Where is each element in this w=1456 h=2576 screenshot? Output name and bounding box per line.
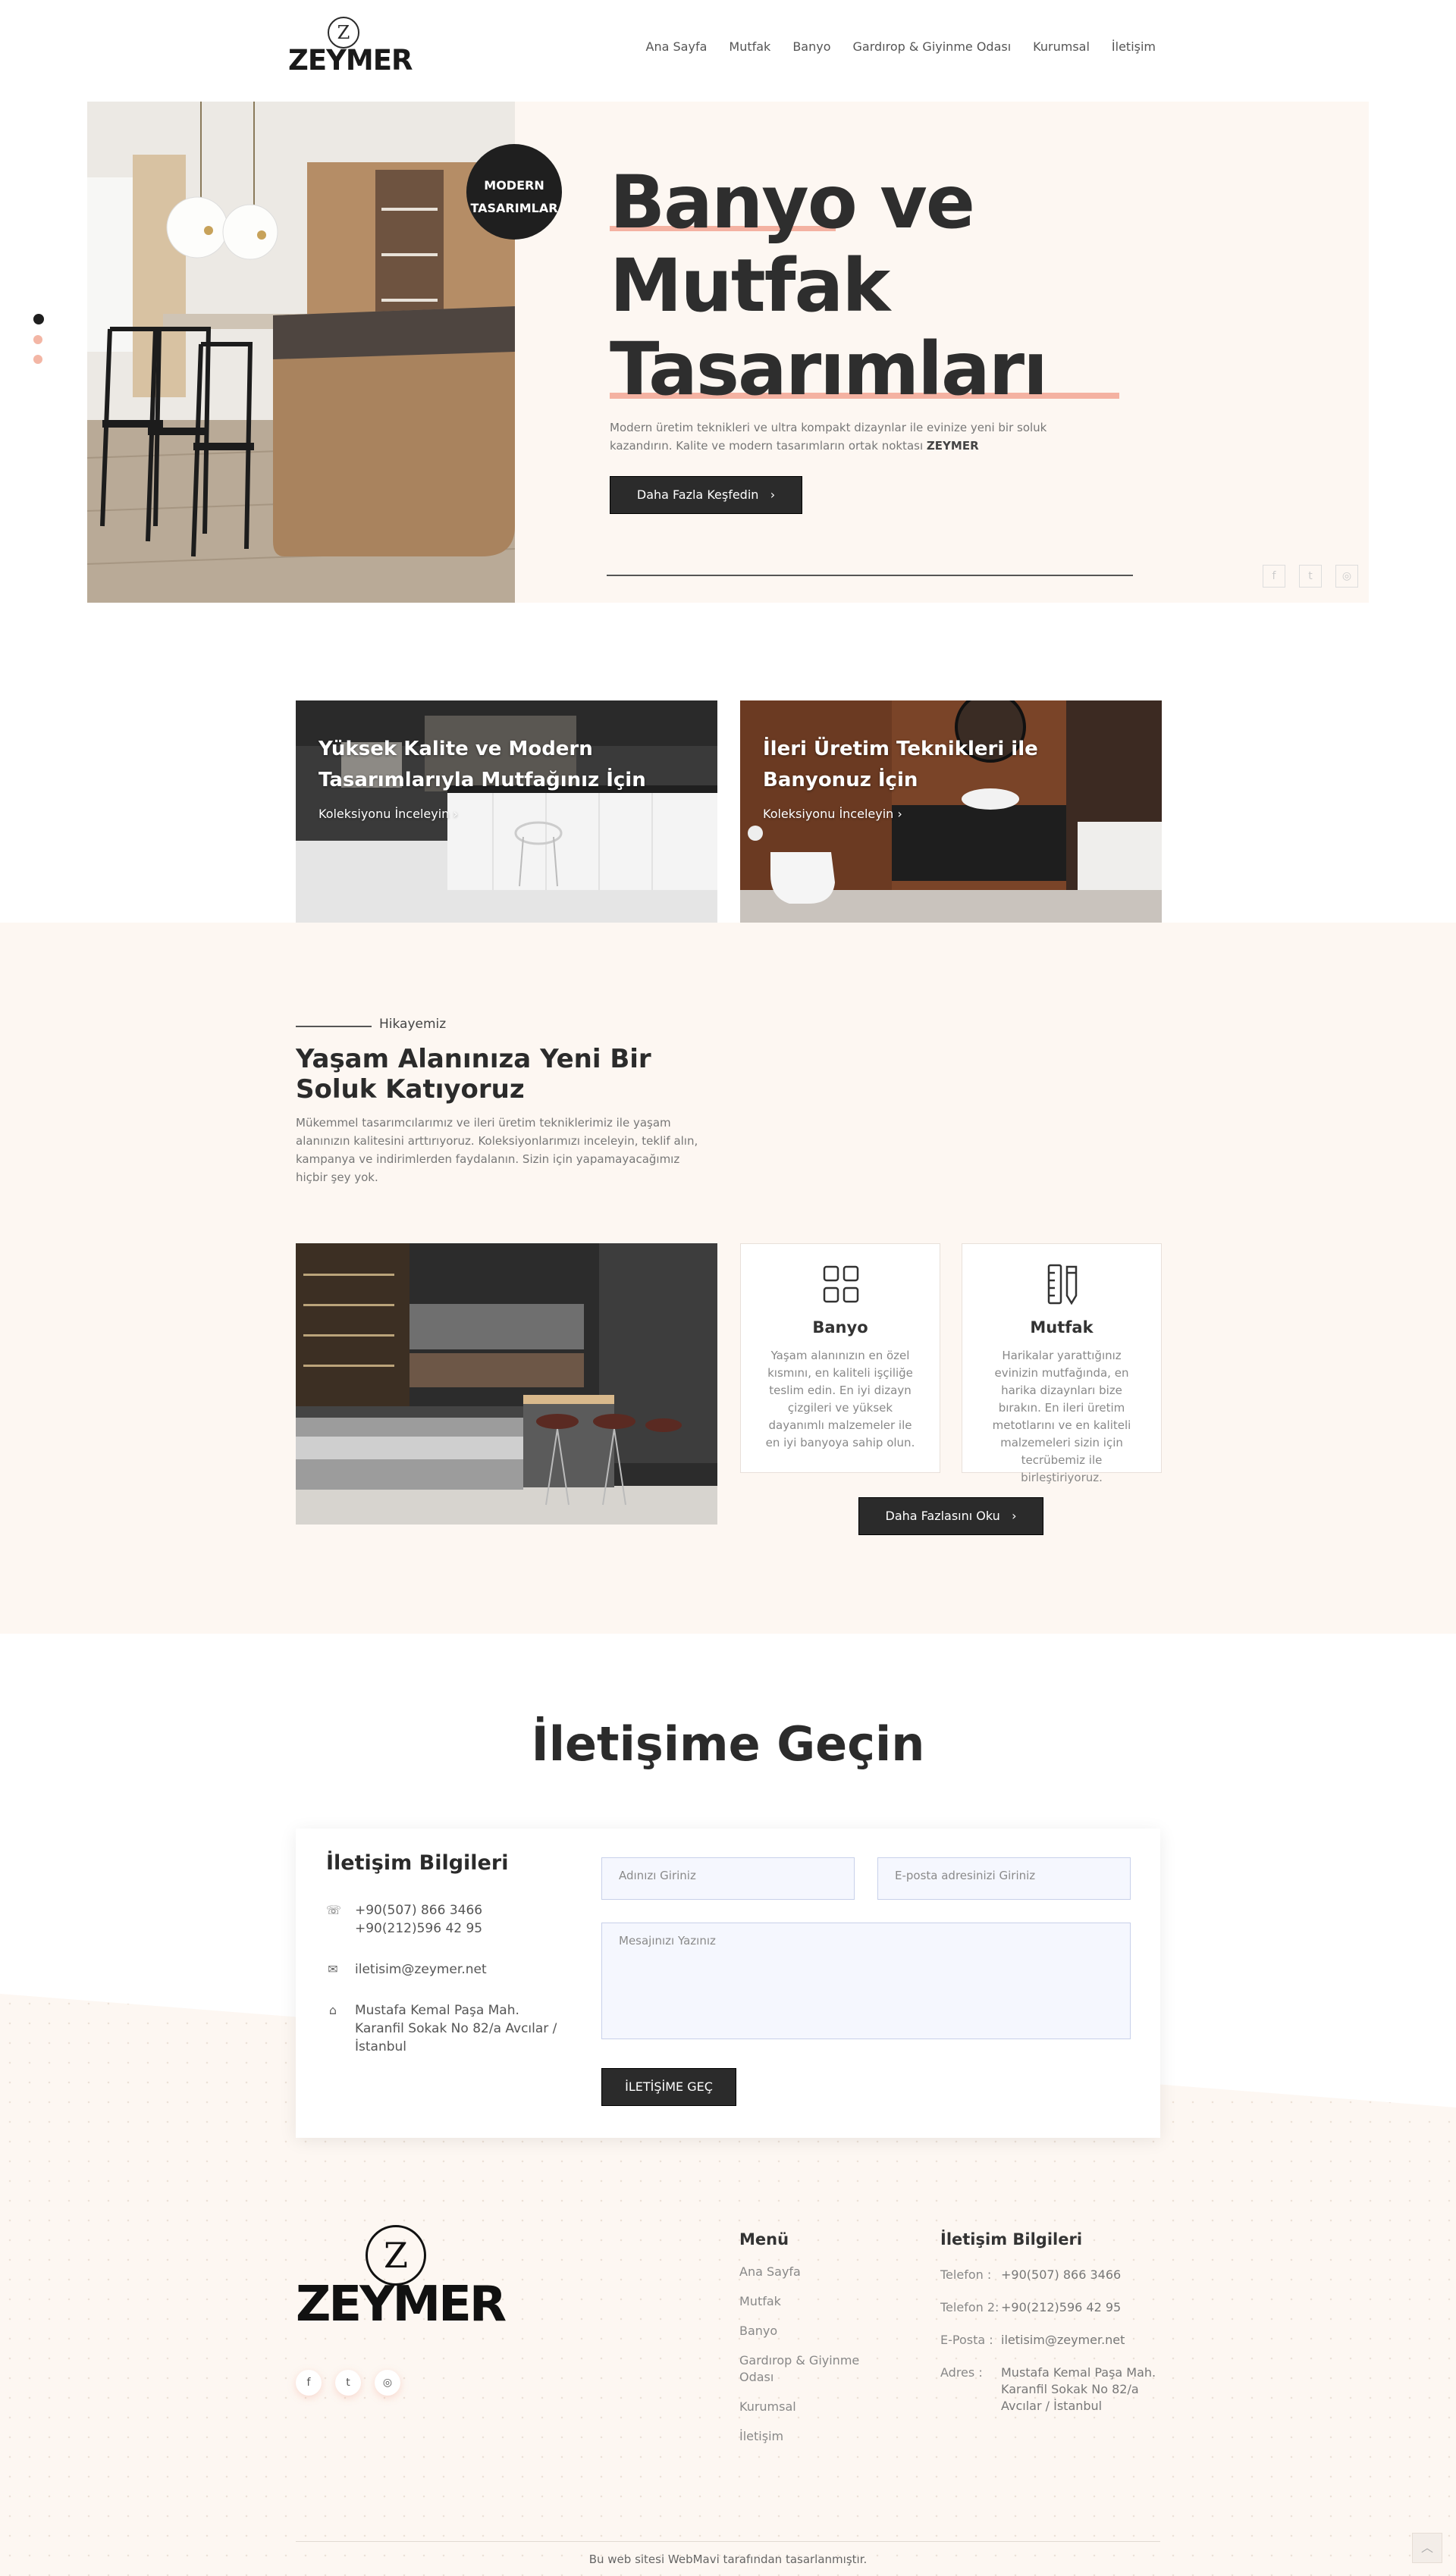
contact-phone: ☏ +90(507) 866 3466 +90(212)596 42 95: [326, 1903, 483, 1936]
story-title: Yaşam Alanınıza Yeni Bir Soluk Katıyoruz: [296, 1044, 651, 1105]
story-eyebrow: Hikayemiz: [379, 1017, 447, 1032]
chevron-right-icon: ›: [897, 807, 902, 821]
submit-contact-button[interactable]: İLETİŞİME GEÇ: [601, 2068, 736, 2106]
footer-menu-item[interactable]: Gardırop & Giyinme Odası: [739, 2352, 891, 2386]
instagram-icon[interactable]: ◎: [375, 2370, 400, 2396]
nav-item-gardirop[interactable]: Gardırop & Giyinme Odası: [853, 39, 1012, 54]
twitter-icon[interactable]: t: [335, 2370, 361, 2396]
logo-wordmark: ZEYMER: [288, 44, 413, 77]
footer-contact-title: İletişim Bilgileri: [940, 2230, 1083, 2249]
contact-email: ✉ iletisim@zeymer.net: [326, 1960, 486, 1979]
nav-item-kurumsal[interactable]: Kurumsal: [1033, 39, 1090, 54]
footer-divider: [296, 2541, 1160, 2542]
footer-menu-title: Menü: [739, 2230, 789, 2249]
phone-icon: ☏: [326, 1903, 342, 1917]
hero-title: Banyo ve Mutfak Tasarımları: [610, 160, 1048, 412]
envelope-icon: ✉: [328, 1962, 338, 1976]
footer-contact-row: Adres : Mustafa Kemal Paşa Mah. Karanfil…: [940, 2365, 1156, 2413]
facebook-icon[interactable]: f: [296, 2370, 322, 2396]
bathroom-promo-card[interactable]: İleri Üretim Teknikleri ile Banyonuz İçi…: [740, 700, 1162, 923]
brand-logo[interactable]: Z ZEYMER: [288, 15, 413, 77]
nav-item-mutfak[interactable]: Mutfak: [729, 39, 770, 54]
footer-menu-item[interactable]: Mutfak: [739, 2293, 891, 2310]
nav-item-iletisim[interactable]: İletişim: [1112, 39, 1156, 54]
chevron-up-icon: ︿: [1420, 2540, 1433, 2555]
slider-dot-3[interactable]: [33, 355, 42, 364]
contact-address: ⌂ Mustafa Kemal Paşa Mah. Karanfil Sokak…: [326, 2001, 557, 2056]
footer-social-links: f t ◎: [296, 2370, 400, 2396]
chevron-right-icon: ›: [762, 487, 776, 502]
contact-card: İletişim Bilgileri ☏ +90(507) 866 3466 +…: [296, 1829, 1160, 2138]
contact-section-title: İletişime Geçin: [531, 1716, 925, 1772]
hero-social-links: f t ◎: [1263, 565, 1358, 588]
hero-kitchen-image: [87, 102, 515, 603]
message-textarea[interactable]: Mesajınızı Yazınız: [601, 1923, 1131, 2039]
footer-menu-item[interactable]: Ana Sayfa: [739, 2264, 891, 2280]
kitchen-showcase-image: [296, 1243, 717, 1525]
footer-logo[interactable]: Z ZEYMER: [296, 2225, 507, 2333]
footer-contact-row: E-Posta : iletisim@zeymer.net: [940, 2333, 1125, 2347]
footer-contact-list: Telefon : +90(507) 866 3466 Telefon 2: +…: [940, 2267, 1168, 2430]
facebook-icon[interactable]: f: [1263, 565, 1285, 588]
main-nav: Ana Sayfa Mutfak Banyo Gardırop & Giyinm…: [646, 39, 1156, 54]
home-icon: ⌂: [328, 2003, 337, 2017]
contact-info-title: İletişim Bilgileri: [326, 1851, 509, 1875]
footer-copyright: Bu web sitesi WebMavi tarafından tasarla…: [588, 2552, 868, 2566]
nav-item-banyo[interactable]: Banyo: [792, 39, 830, 54]
eyebrow-line: [296, 1026, 372, 1027]
footer-menu-item[interactable]: Banyo: [739, 2323, 891, 2339]
grid-icon: [823, 1265, 859, 1303]
footer-menu-item[interactable]: Kurumsal: [739, 2399, 891, 2415]
site-header: Z ZEYMER Ana Sayfa Mutfak Banyo Gardırop…: [0, 0, 1456, 102]
modern-badge: MODERN TASARIMLAR: [466, 144, 562, 240]
feature-card-banyo[interactable]: Banyo Yaşam alanınızın en özel kısmını, …: [740, 1243, 940, 1473]
kitchen-promo-card[interactable]: Yüksek Kalite ve Modern Tasarımlarıyla M…: [296, 700, 717, 923]
nav-item-ana-sayfa[interactable]: Ana Sayfa: [646, 39, 708, 54]
slider-dot-1[interactable]: [33, 314, 44, 324]
ruler-pencil-icon: [1047, 1264, 1078, 1305]
hero-description: Modern üretim teknikleri ve ultra kompak…: [610, 421, 1047, 453]
read-more-button[interactable]: Daha Fazlasını Oku ›: [858, 1497, 1043, 1535]
hero-divider: [607, 575, 1133, 576]
name-input[interactable]: Adınızı Giriniz: [601, 1857, 855, 1900]
twitter-icon[interactable]: t: [1299, 565, 1322, 588]
footer-contact-row: Telefon 2: +90(212)596 42 95: [940, 2300, 1122, 2314]
collection-link[interactable]: Koleksiyonu İnceleyin ›: [318, 807, 458, 821]
instagram-icon[interactable]: ◎: [1335, 565, 1358, 588]
email-input[interactable]: E-posta adresinizi Giriniz: [877, 1857, 1131, 1900]
footer-contact-row: Telefon : +90(507) 866 3466: [940, 2267, 1122, 2282]
scroll-to-top-button[interactable]: ︿: [1412, 2533, 1442, 2563]
hero-slider-dots: [33, 314, 44, 364]
footer-menu: Ana Sayfa Mutfak Banyo Gardırop & Giyinm…: [739, 2264, 891, 2458]
slider-dot-2[interactable]: [33, 335, 42, 344]
story-text: Mükemmel tasarımcılarımız ve ileri üreti…: [296, 1116, 698, 1184]
chevron-right-icon: ›: [453, 807, 458, 821]
chevron-right-icon: ›: [1003, 1509, 1017, 1523]
footer-menu-item[interactable]: İletişim: [739, 2428, 891, 2445]
story-section: Hikayemiz Yaşam Alanınıza Yeni Bir Soluk…: [0, 923, 1456, 1634]
collection-link[interactable]: Koleksiyonu İnceleyin ›: [763, 807, 902, 821]
discover-more-button[interactable]: Daha Fazla Keşfedin ›: [610, 476, 802, 514]
feature-card-mutfak[interactable]: Mutfak Harikalar yarattığınız evinizin m…: [962, 1243, 1162, 1484]
footer-logo-wordmark: ZEYMER: [296, 2277, 507, 2333]
